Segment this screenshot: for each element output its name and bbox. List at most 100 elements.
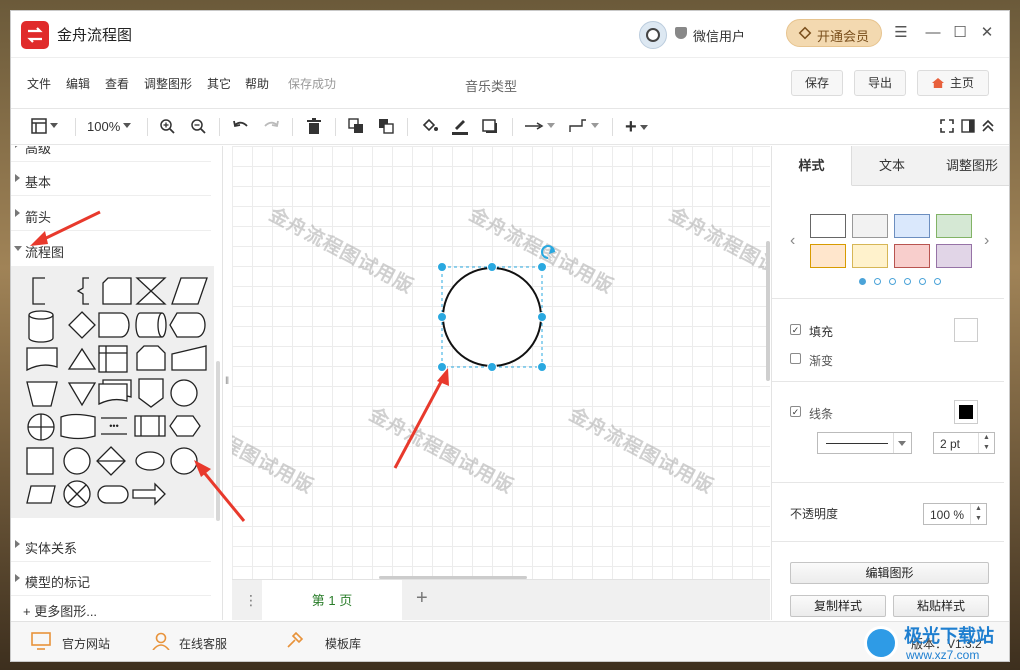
- user-name[interactable]: 微信用户: [693, 26, 745, 45]
- copy-style-button[interactable]: 复制样式: [790, 595, 886, 617]
- predefined-process-shape[interactable]: [134, 415, 166, 437]
- menu-view[interactable]: 查看: [105, 75, 129, 92]
- maximize-icon[interactable]: ☐: [952, 25, 968, 41]
- left-scrollbar[interactable]: [216, 361, 220, 521]
- export-button[interactable]: 导出: [854, 70, 906, 96]
- menu-edit[interactable]: 编辑: [66, 75, 90, 92]
- fill-checkbox[interactable]: ✓: [790, 324, 801, 335]
- stored-data-shape[interactable]: [135, 451, 165, 471]
- pager-dot[interactable]: [889, 278, 896, 285]
- menu-help[interactable]: 帮助: [245, 75, 269, 92]
- insert-icon[interactable]: +: [625, 117, 648, 137]
- category-arrows[interactable]: 箭头: [11, 197, 211, 231]
- fullscreen-icon[interactable]: [940, 117, 954, 137]
- selected-circle-shape[interactable]: [232, 146, 770, 579]
- bring-front-icon[interactable]: [348, 117, 364, 137]
- delete-icon[interactable]: [306, 117, 322, 137]
- category-entity-relation[interactable]: 实体关系: [11, 528, 211, 562]
- zoom-out-icon[interactable]: [190, 117, 206, 137]
- support-link[interactable]: 在线客服: [179, 635, 227, 652]
- pager-dot[interactable]: [874, 278, 881, 285]
- extract-shape[interactable]: [67, 347, 97, 370]
- merge-shape[interactable]: [67, 382, 97, 407]
- gradient-checkbox[interactable]: [790, 353, 801, 364]
- pager-dot[interactable]: [934, 278, 941, 285]
- format-panel-icon[interactable]: [961, 117, 975, 137]
- fill-color-picker[interactable]: [954, 318, 978, 342]
- line-color-picker[interactable]: [954, 400, 978, 424]
- minimize-icon[interactable]: —: [925, 25, 941, 41]
- website-link[interactable]: 官方网站: [62, 635, 110, 652]
- zoom-select[interactable]: 100%: [87, 117, 132, 137]
- tab-arrange[interactable]: 调整图形: [932, 146, 1009, 186]
- document-title[interactable]: 音乐类型: [465, 76, 517, 95]
- page-menu-icon[interactable]: ⋮: [244, 592, 258, 609]
- connector-circle-shape[interactable]: [63, 447, 91, 475]
- tab-style[interactable]: 样式: [772, 146, 852, 186]
- style-swatch[interactable]: [810, 214, 846, 238]
- terminator-shape[interactable]: [97, 485, 129, 504]
- arrow-shape[interactable]: [132, 482, 166, 506]
- multi-document-shape[interactable]: [98, 379, 132, 406]
- close-icon[interactable]: ✕: [979, 25, 995, 41]
- tab-page-1[interactable]: 第 1 页: [262, 580, 402, 621]
- database-shape[interactable]: [28, 310, 54, 343]
- waypoint-style-icon[interactable]: [568, 117, 599, 137]
- line-style-select[interactable]: [817, 432, 912, 454]
- opacity-input[interactable]: 100 % ▲ ▼: [923, 503, 987, 525]
- manual-input-shape[interactable]: [171, 345, 207, 371]
- drawing-canvas[interactable]: 金舟流程图试用版 金舟流程图试用版 金舟流程图试用版 金舟流程图试用版 金舟流程…: [232, 146, 770, 579]
- style-swatch[interactable]: [852, 244, 888, 268]
- or-shape[interactable]: [27, 413, 55, 441]
- paste-style-button[interactable]: 粘贴样式: [893, 595, 989, 617]
- redo-icon[interactable]: [262, 117, 280, 137]
- send-back-icon[interactable]: [378, 117, 394, 137]
- manual-operation-shape[interactable]: [26, 381, 58, 407]
- layout-icon[interactable]: [31, 117, 58, 137]
- parallelogram-shape[interactable]: [171, 277, 208, 305]
- internal-storage-shape[interactable]: [98, 345, 128, 373]
- display-shape[interactable]: [169, 312, 206, 338]
- save-button[interactable]: 保存: [791, 70, 843, 96]
- style-swatch[interactable]: [936, 214, 972, 238]
- vip-button[interactable]: 开通会员: [786, 19, 882, 47]
- tab-text[interactable]: 文本: [852, 146, 932, 186]
- document-shape[interactable]: [26, 347, 58, 372]
- summing-junction-shape[interactable]: [63, 480, 91, 508]
- predefined-process-shape-a[interactable]: •••: [101, 417, 127, 435]
- pager-dot[interactable]: [859, 278, 866, 285]
- pager-dot[interactable]: [919, 278, 926, 285]
- collapse-up-icon[interactable]: [981, 117, 995, 137]
- line-width-input[interactable]: 2 pt ▲ ▼: [933, 432, 995, 454]
- direct-data-shape[interactable]: [135, 312, 167, 338]
- category-advanced[interactable]: 高级: [11, 146, 211, 162]
- swatch-prev-icon[interactable]: ‹: [790, 232, 795, 250]
- card-shape[interactable]: [102, 277, 132, 305]
- style-swatch[interactable]: [810, 244, 846, 268]
- paper-tape-shape[interactable]: [60, 413, 96, 440]
- menu-icon[interactable]: ☰: [893, 25, 909, 41]
- style-swatch[interactable]: [894, 214, 930, 238]
- brace-shape[interactable]: [76, 277, 89, 305]
- pager-dot[interactable]: [904, 278, 911, 285]
- annotation-bracket-shape[interactable]: [32, 277, 45, 305]
- off-page-shape[interactable]: [138, 378, 164, 408]
- on-page-connector-shape[interactable]: [170, 379, 198, 407]
- line-color-icon[interactable]: [451, 117, 469, 137]
- canvas-vertical-scrollbar[interactable]: [766, 241, 770, 381]
- sequential-data-shape[interactable]: [26, 485, 56, 504]
- style-swatch[interactable]: [852, 214, 888, 238]
- preparation-shape[interactable]: [169, 415, 201, 437]
- line-checkbox[interactable]: ✓: [790, 406, 801, 417]
- templates-link[interactable]: 模板库: [325, 635, 361, 652]
- collate-shape[interactable]: [135, 277, 167, 305]
- fill-color-icon[interactable]: [421, 117, 439, 137]
- decision-shape[interactable]: [68, 311, 96, 339]
- avatar[interactable]: [639, 21, 667, 49]
- process-shape[interactable]: [26, 447, 54, 475]
- connector-style-icon[interactable]: [524, 117, 555, 137]
- category-flowchart[interactable]: 流程图: [11, 232, 211, 266]
- category-basic[interactable]: 基本: [11, 162, 211, 196]
- start-end-circle-shape[interactable]: [170, 447, 198, 475]
- sort-shape[interactable]: [96, 446, 126, 476]
